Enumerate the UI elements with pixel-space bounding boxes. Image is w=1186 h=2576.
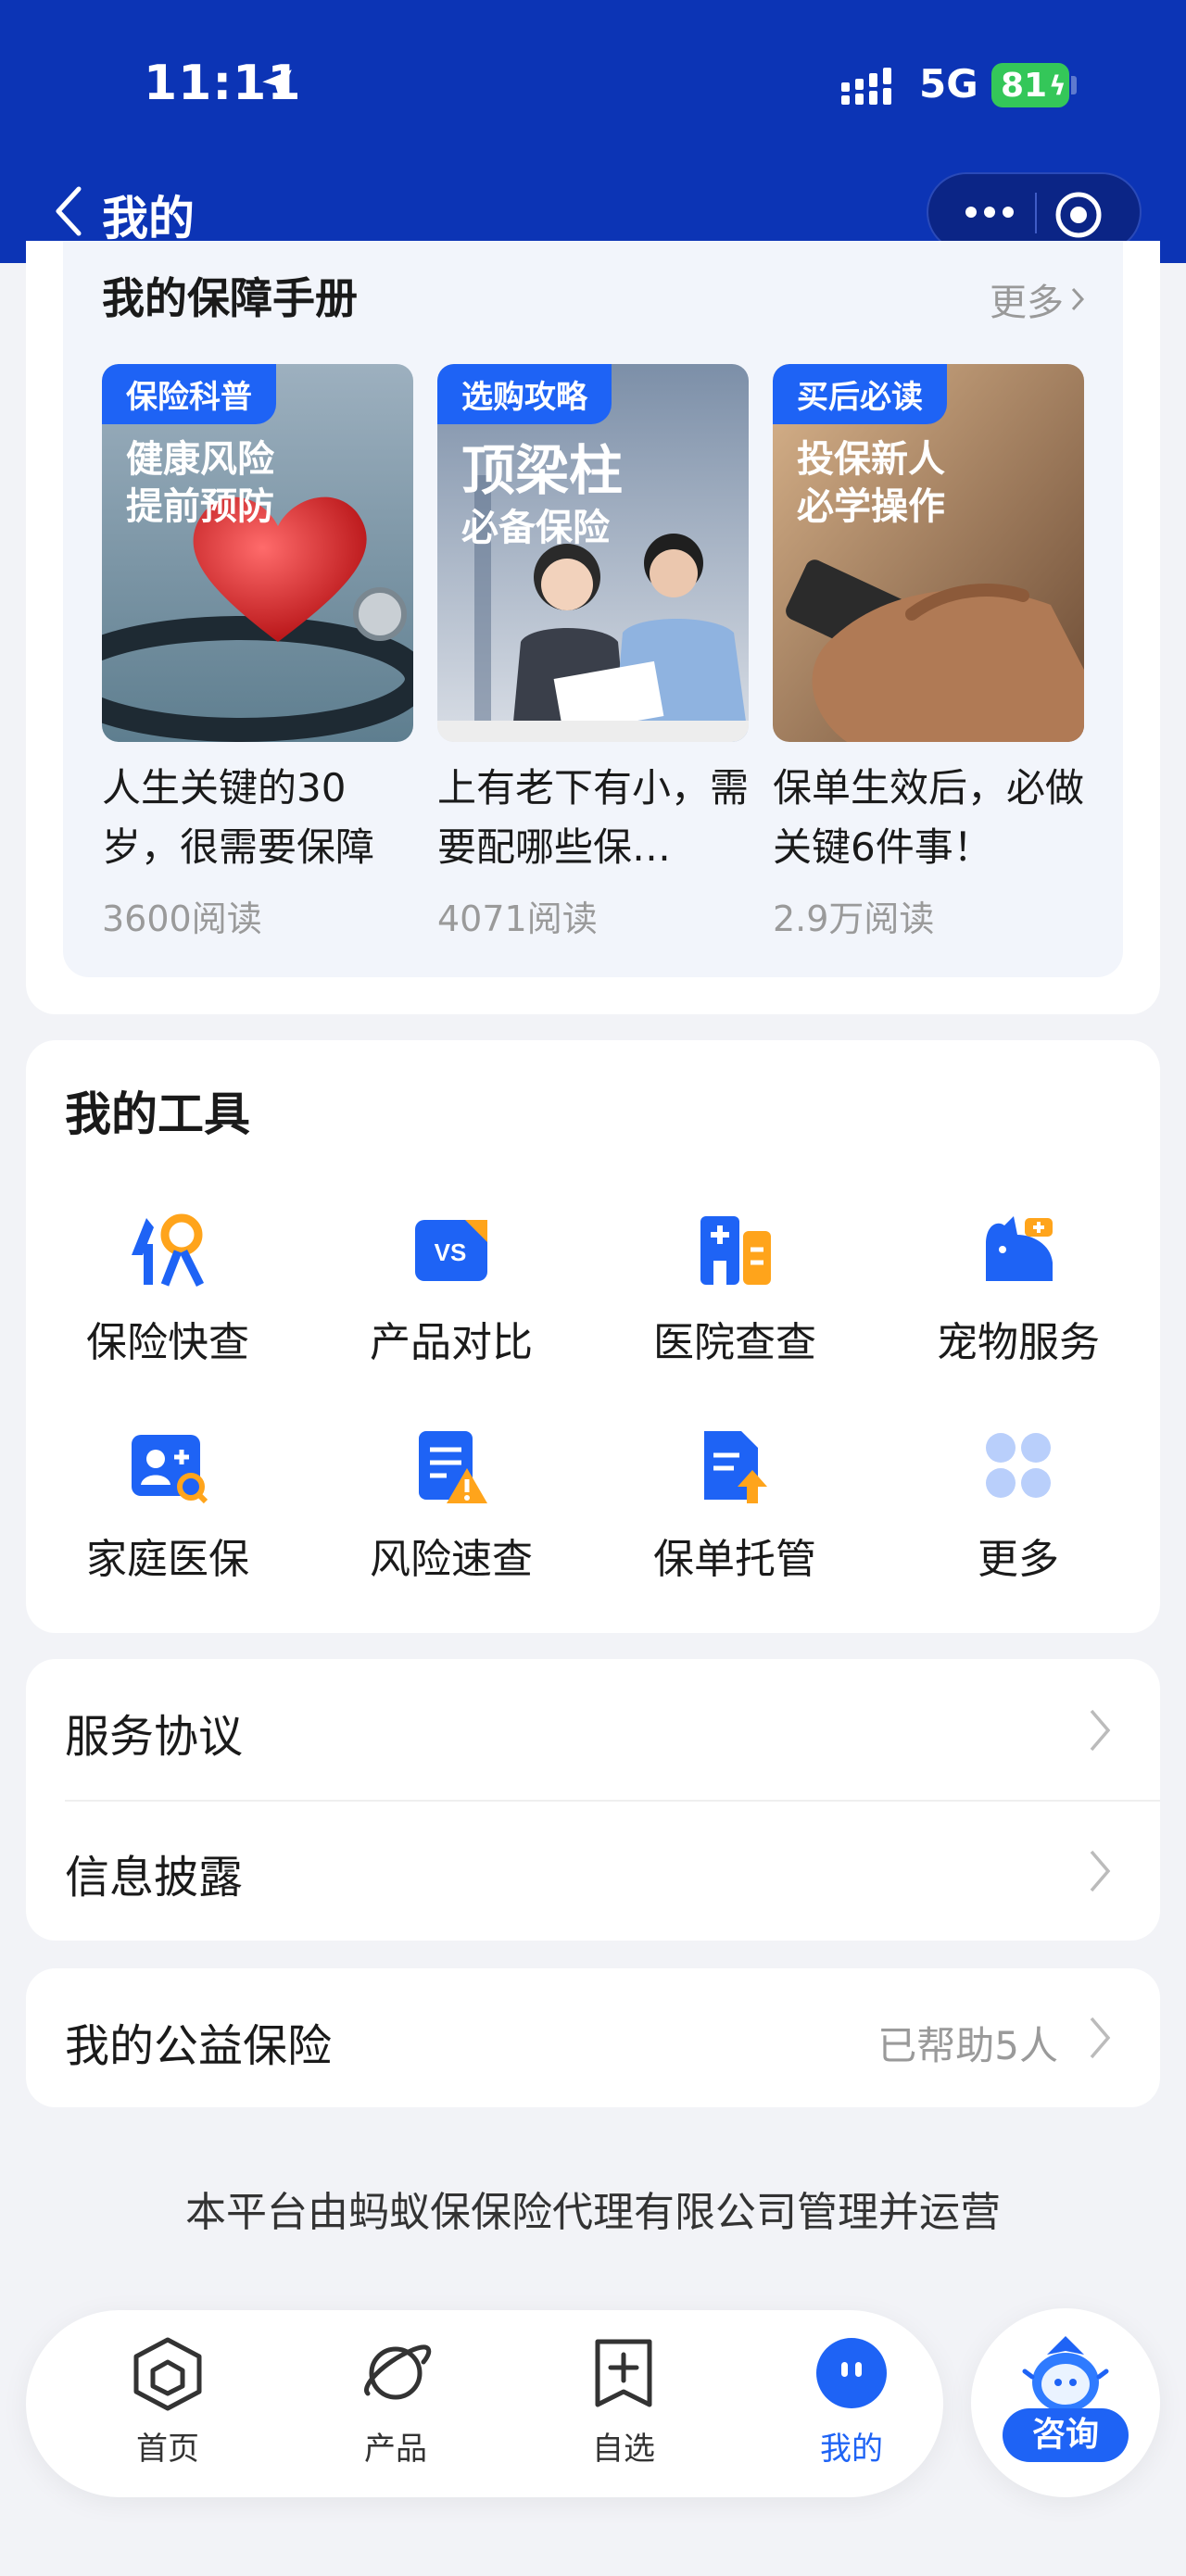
operator-notice: 本平台由蚂蚁保保险代理有限公司管理并运营 [185, 2189, 1001, 2236]
tool-label: 更多 [978, 1536, 1059, 1583]
tool-hospital[interactable]: 医院查查 [593, 1207, 877, 1368]
header-bar: 11:11 5G 81 ϟ 我的 [0, 0, 1186, 263]
insurance-lookup-icon [132, 1213, 205, 1288]
page-title: 我的 [102, 192, 195, 245]
charging-bolt-icon: ϟ [1049, 69, 1066, 101]
tab-products[interactable]: 产品 [326, 2334, 465, 2469]
planet-icon [364, 2344, 432, 2400]
overlay-line: 必备保险 [461, 507, 610, 550]
battery-level: 81 [1001, 66, 1048, 105]
handbook-title: 我的保障手册 [102, 273, 358, 323]
handbook-card: 我的保障手册 更多 保险科普 健康风险 提前预防 人生关键的30岁，很需要保障 … [26, 241, 1160, 1014]
article-reads: 3600阅读 [102, 898, 262, 939]
location-arrow-icon [262, 69, 292, 99]
info-disclosure-row[interactable]: 信息披露 [26, 1800, 1160, 1941]
tab-home[interactable]: 首页 [98, 2334, 237, 2469]
profile-face-icon [816, 2338, 887, 2408]
article-card[interactable]: 选购攻略 顶梁柱 必备保险 上有老下有小，需要配哪些保… 4071阅读 [437, 364, 749, 941]
signal-icon [841, 68, 891, 105]
tool-label: 保单托管 [653, 1536, 816, 1583]
more-dots-icon[interactable] [962, 198, 1017, 226]
hospital-icon [700, 1216, 771, 1285]
handbook-panel: 我的保障手册 更多 保险科普 健康风险 提前预防 人生关键的30岁，很需要保障 … [63, 241, 1123, 977]
back-chevron-icon[interactable] [51, 183, 88, 239]
tool-insurance-lookup[interactable]: 保险快查 [26, 1207, 309, 1368]
consult-label: 咨询 [1003, 2408, 1129, 2462]
battery-indicator: 81 ϟ [991, 63, 1069, 107]
close-target-icon[interactable] [1054, 191, 1103, 239]
home-icon [133, 2337, 202, 2411]
tool-label: 家庭医保 [86, 1536, 249, 1583]
consult-button[interactable]: 咨询 [971, 2308, 1160, 2497]
article-thumbnail: 选购攻略 顶梁柱 必备保险 [437, 364, 749, 742]
article-title: 上有老下有小，需要配哪些保… [437, 765, 749, 870]
overlay-line: 健康风险 [126, 438, 274, 481]
article-card[interactable]: 买后必读 投保新人 必学操作 保单生效后，必做关键6件事！ 2.9万阅读 [773, 364, 1084, 941]
article-overlay-text: 投保新人 必学操作 [797, 436, 945, 531]
overlay-line: 投保新人 [797, 438, 945, 481]
tab-mine[interactable]: 我的 [782, 2334, 921, 2469]
risk-check-icon [419, 1431, 487, 1503]
tab-label: 产品 [364, 2431, 427, 2468]
row-label: 信息披露 [65, 1852, 244, 1904]
article-reads: 2.9万阅读 [773, 898, 935, 939]
article-overlay-text: 顶梁柱 必备保险 [461, 436, 623, 552]
tool-label: 风险速查 [370, 1536, 533, 1583]
tab-label: 我的 [820, 2431, 883, 2468]
svg-text:VS: VS [435, 1238, 467, 1266]
tool-product-compare[interactable]: VS 产品对比 [309, 1207, 593, 1368]
vs-compare-icon: VS [415, 1220, 487, 1281]
add-box-icon [595, 2339, 652, 2407]
article-thumbnail: 买后必读 投保新人 必学操作 [773, 364, 1084, 742]
tab-label: 首页 [136, 2431, 199, 2468]
tool-risk-check[interactable]: 风险速查 [309, 1424, 593, 1585]
chevron-right-icon [1090, 1850, 1111, 1892]
article-tag: 买后必读 [773, 364, 947, 424]
tool-label: 保险快查 [86, 1319, 249, 1366]
links-card: 服务协议 信息披露 [26, 1659, 1160, 1941]
article-thumbnail: 保险科普 健康风险 提前预防 [102, 364, 413, 742]
handbook-more-link[interactable]: 更多 [990, 272, 1086, 326]
article-tag: 保险科普 [102, 364, 276, 424]
article-title: 保单生效后，必做关键6件事！ [773, 765, 1084, 870]
chevron-right-icon [1090, 1709, 1111, 1752]
battery-cap [1071, 76, 1077, 94]
capsule-divider [1035, 193, 1037, 233]
tool-label: 产品对比 [370, 1319, 533, 1366]
tools-title: 我的工具 [65, 1087, 250, 1141]
article-card[interactable]: 保险科普 健康风险 提前预防 人生关键的30岁，很需要保障 3600阅读 [102, 364, 413, 941]
tab-watchlist[interactable]: 自选 [554, 2334, 693, 2469]
tool-more[interactable]: 更多 [877, 1424, 1160, 1585]
overlay-line: 提前预防 [126, 485, 274, 529]
tool-label: 宠物服务 [937, 1319, 1100, 1366]
row-label: 我的公益保险 [65, 2020, 333, 2072]
row-label: 服务协议 [65, 1711, 244, 1763]
family-medical-icon [132, 1435, 208, 1504]
more-grid-icon [986, 1433, 1051, 1498]
network-type: 5G [919, 61, 978, 107]
charity-insurance-row[interactable]: 我的公益保险 已帮助5人 [26, 1968, 1160, 2107]
overlay-line: 必学操作 [797, 485, 945, 529]
service-agreement-row[interactable]: 服务协议 [26, 1659, 1160, 1800]
article-tag: 选购攻略 [437, 364, 612, 424]
bottom-tab-bar: 首页 产品 自选 我的 [26, 2310, 943, 2497]
chevron-right-icon [1090, 2017, 1111, 2059]
policy-custody-icon [704, 1431, 767, 1503]
article-overlay-text: 健康风险 提前预防 [126, 436, 274, 531]
chevron-right-icon [1071, 287, 1085, 311]
tools-card: 我的工具 保险快查 VS 产品对比 医院查查 宠物服务 家庭医保 风险速查 保单… [26, 1040, 1160, 1633]
tool-label: 医院查查 [653, 1319, 816, 1366]
tab-label: 自选 [592, 2431, 655, 2468]
handbook-more-label: 更多 [990, 282, 1064, 324]
pet-icon [986, 1216, 1053, 1281]
tool-policy-custody[interactable]: 保单托管 [593, 1424, 877, 1585]
tool-pet-service[interactable]: 宠物服务 [877, 1207, 1160, 1368]
article-reads: 4071阅读 [437, 898, 598, 939]
overlay-line: 顶梁柱 [461, 439, 624, 502]
tool-family-medical[interactable]: 家庭医保 [26, 1424, 309, 1585]
charity-helped-count: 已帮助5人 [877, 2023, 1058, 2068]
article-title: 人生关键的30岁，很需要保障 [102, 765, 375, 870]
